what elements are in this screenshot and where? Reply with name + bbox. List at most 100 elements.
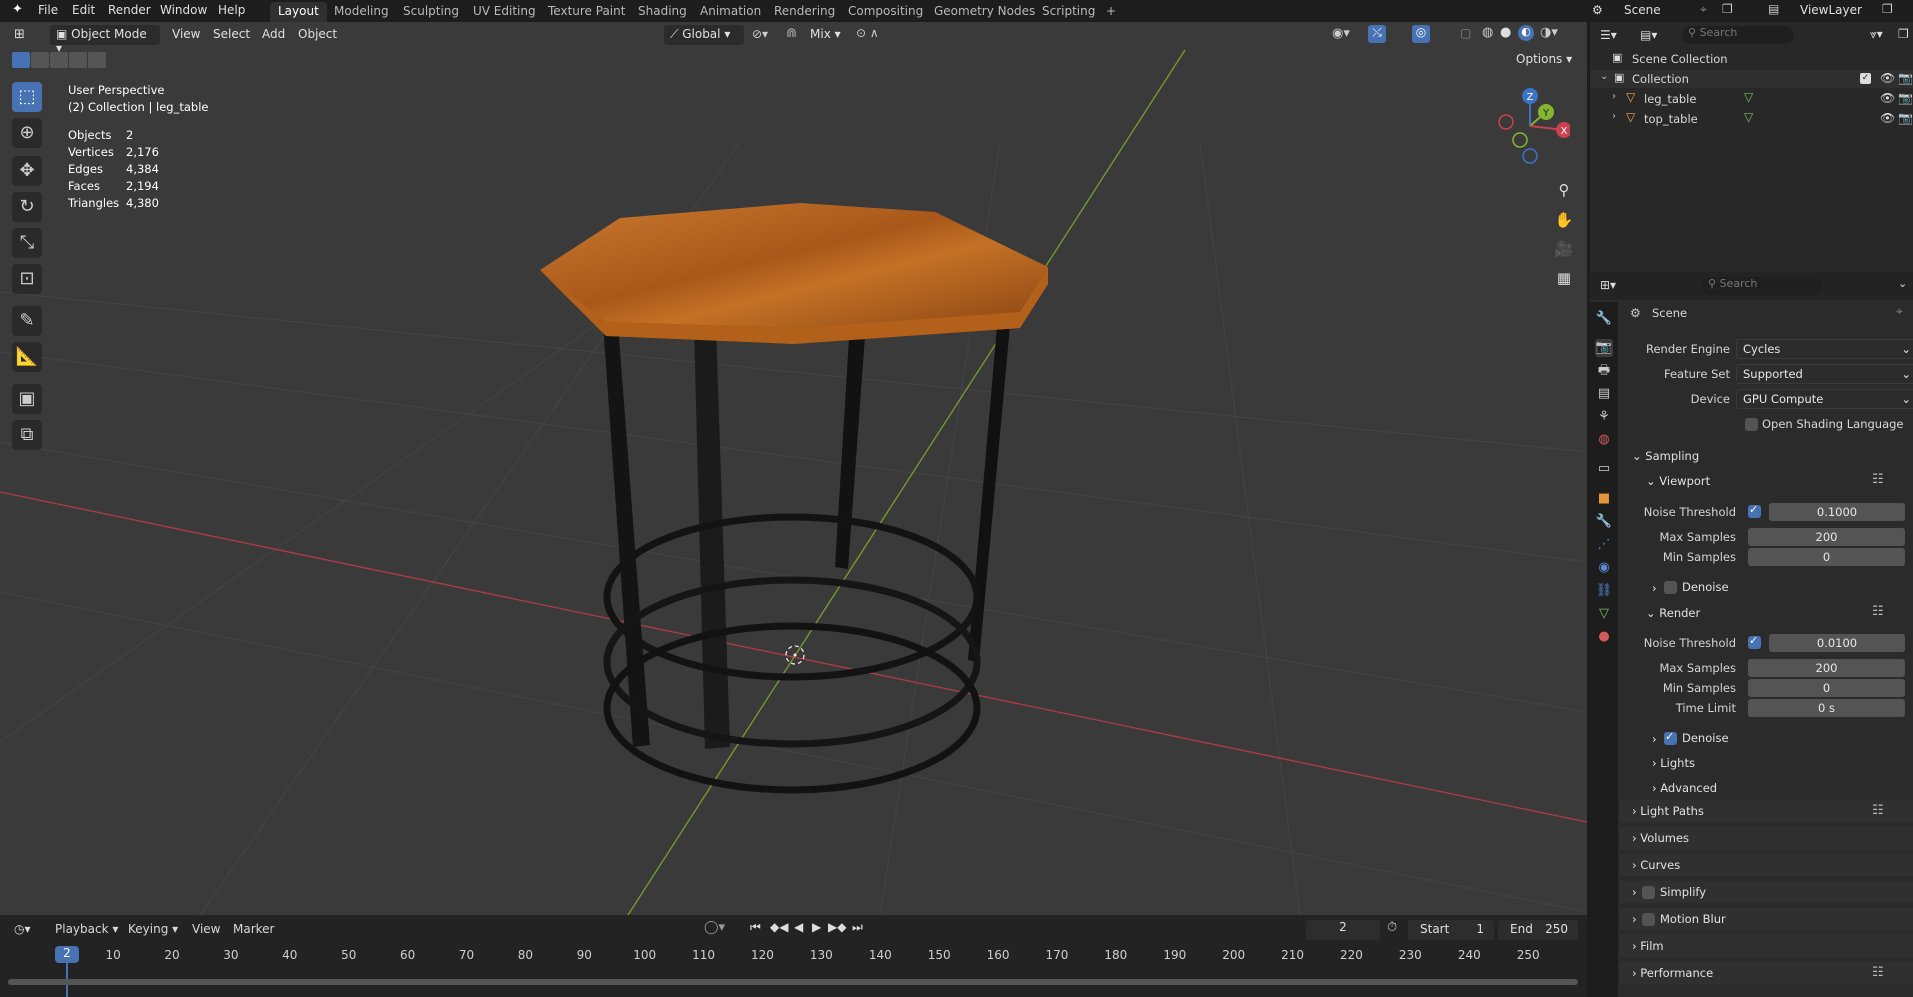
context-pin-icon[interactable]: ⌖: [1896, 304, 1903, 319]
render-tab-icon[interactable]: 📷: [1595, 339, 1613, 357]
light-paths-panel[interactable]: › Light Paths ☷: [1620, 800, 1913, 822]
tab-rendering[interactable]: Rendering: [766, 2, 843, 22]
r-max-samples-field[interactable]: 200: [1748, 659, 1905, 677]
render-presets-icon[interactable]: ☷: [1872, 604, 1884, 619]
outliner-object-row-leg-table[interactable]: › ▽ leg_table ▽ 👁 📷: [1590, 90, 1913, 108]
osl-checkbox[interactable]: [1745, 418, 1758, 431]
tool-tab-icon[interactable]: 🔧: [1595, 310, 1613, 328]
autokey-icon[interactable]: ◯▾: [704, 920, 725, 935]
sampling-panel-header[interactable]: ⌄ Sampling: [1632, 449, 1699, 463]
outliner-object-row-top-table[interactable]: › ▽ top_table ▽ 👁 📷: [1590, 110, 1913, 128]
constraints-tab-icon[interactable]: ⛓: [1595, 582, 1613, 600]
r-denoise-subpanel[interactable]: ›: [1652, 732, 1657, 746]
solid-shading-icon[interactable]: ●: [1500, 25, 1511, 40]
leg-table-visibility-icon[interactable]: 👁: [1880, 91, 1895, 105]
scene-collection-row[interactable]: ▣ Scene Collection: [1590, 50, 1913, 68]
viewport-menu-select[interactable]: Select: [213, 27, 250, 41]
tab-geometry-nodes[interactable]: Geometry Nodes: [926, 2, 1043, 22]
gizmo-neg-z-icon[interactable]: [1522, 148, 1538, 164]
properties-editor-icon[interactable]: ⊞▾: [1600, 278, 1616, 292]
collection-row[interactable]: ⌄ ▣ Collection ✓ 👁 📷: [1590, 70, 1913, 88]
menu-file[interactable]: File: [38, 3, 58, 17]
visibility-icon[interactable]: ◉▾: [1332, 26, 1350, 41]
particles-tab-icon[interactable]: ⋰: [1595, 536, 1613, 554]
camera-view-icon[interactable]: 🎥: [1551, 236, 1577, 262]
pin-icon[interactable]: ⌖: [1700, 2, 1707, 17]
tab-texture-paint[interactable]: Texture Paint: [540, 2, 633, 22]
tab-layout[interactable]: Layout: [270, 2, 327, 22]
options-dropdown[interactable]: Options ▾: [1510, 50, 1578, 70]
viewport-subpanel-header[interactable]: ⌄ Viewport: [1646, 474, 1710, 488]
new-viewlayer-icon[interactable]: ❐: [1882, 2, 1893, 16]
scene-tab-icon[interactable]: ⚘: [1595, 408, 1613, 426]
stopwatch-icon[interactable]: ⏱: [1387, 920, 1397, 935]
menu-help[interactable]: Help: [218, 3, 245, 17]
tab-uv-editing[interactable]: UV Editing: [465, 2, 544, 22]
playhead[interactable]: 2: [55, 946, 79, 963]
pan-hand-icon[interactable]: ✋: [1551, 207, 1577, 233]
proportional-edit-icon[interactable]: ⊙ ∧: [856, 26, 879, 40]
end-frame-field[interactable]: End 250: [1498, 920, 1578, 940]
select-box-tool-icon[interactable]: ⬚: [12, 82, 42, 112]
play-reverse-icon[interactable]: ◀: [794, 920, 803, 934]
top-table-render-icon[interactable]: 📷: [1898, 111, 1913, 125]
timeline-menu-playback[interactable]: Playback ▾: [55, 922, 118, 936]
top-table-expand-icon[interactable]: ›: [1612, 111, 1616, 122]
performance-presets-icon[interactable]: ☷: [1872, 965, 1884, 980]
r-time-limit-field[interactable]: 0 s: [1748, 699, 1905, 717]
tab-shading[interactable]: Shading: [630, 2, 695, 22]
top-table[interactable]: [540, 203, 1048, 344]
new-collection-icon[interactable]: ❐: [1898, 27, 1909, 41]
viewport-menu-view[interactable]: View: [172, 27, 200, 41]
feature-set-dropdown[interactable]: Supported ⌄: [1736, 364, 1913, 384]
select-new-icon[interactable]: [12, 52, 30, 68]
volumes-panel[interactable]: › Volumes: [1620, 827, 1913, 849]
r-noise-threshold-checkbox[interactable]: [1748, 634, 1761, 649]
transform-orientation-dropdown[interactable]: ⟋ Global ▾: [664, 25, 744, 45]
timeline-menu-keying[interactable]: Keying ▾: [128, 922, 178, 936]
advanced-subpanel-header[interactable]: › Advanced: [1652, 781, 1717, 795]
scene-name[interactable]: Scene: [1624, 3, 1661, 17]
gizmo-neg-x-icon[interactable]: [1498, 114, 1514, 130]
tab-animation[interactable]: Animation: [692, 2, 769, 22]
outliner-editor-icon[interactable]: ☰▾: [1600, 28, 1617, 42]
select-subtract-icon[interactable]: [50, 52, 68, 68]
start-frame-field[interactable]: Start 1: [1408, 920, 1494, 940]
jump-end-icon[interactable]: ⏭: [852, 920, 863, 935]
tab-sculpting[interactable]: Sculpting: [395, 2, 467, 22]
r-denoise-checkbox[interactable]: [1664, 730, 1677, 745]
vp-denoise-checkbox[interactable]: [1664, 581, 1677, 594]
overlay-toggle-icon[interactable]: ◎: [1412, 25, 1430, 43]
viewlayer-name[interactable]: ViewLayer: [1800, 3, 1862, 17]
leg-table-expand-icon[interactable]: ›: [1612, 91, 1616, 102]
properties-search-input[interactable]: ⚲ Search: [1702, 277, 1822, 295]
play-icon[interactable]: ▶: [812, 920, 821, 934]
curves-panel[interactable]: › Curves: [1620, 854, 1913, 876]
current-frame-field[interactable]: 2: [1306, 920, 1380, 940]
r-min-samples-field[interactable]: 0: [1748, 679, 1905, 697]
vp-noise-threshold-field[interactable]: 0.1000: [1769, 503, 1905, 521]
timeline-scrollbar[interactable]: [8, 979, 1578, 985]
vp-denoise-subpanel[interactable]: ›: [1652, 581, 1657, 595]
add-workspace-button[interactable]: +: [1098, 2, 1124, 22]
measure-tool-icon[interactable]: 📐: [12, 342, 42, 372]
gizmo-toggle-icon[interactable]: ⤯: [1368, 25, 1386, 43]
menu-edit[interactable]: Edit: [72, 3, 95, 17]
jump-start-icon[interactable]: ⏮: [750, 920, 761, 935]
wireframe-shading-icon[interactable]: ◍: [1482, 25, 1493, 40]
scene-icon[interactable]: ⚙: [1592, 3, 1603, 17]
display-mode-icon[interactable]: ▤▾: [1640, 28, 1657, 42]
ortho-grid-icon[interactable]: ▦: [1551, 265, 1577, 291]
simplify-checkbox[interactable]: [1642, 886, 1655, 899]
timeline-editor-icon[interactable]: ◷▾: [14, 922, 31, 936]
motion-blur-checkbox[interactable]: [1642, 913, 1655, 926]
new-scene-icon[interactable]: ❐: [1722, 2, 1733, 16]
move-tool-icon[interactable]: ✥: [12, 156, 42, 186]
select-extend-icon[interactable]: [31, 52, 49, 68]
vp-noise-threshold-checkbox[interactable]: [1748, 503, 1761, 518]
editor-type-icon[interactable]: ⊞: [14, 27, 25, 42]
leg-table[interactable]: [603, 315, 1011, 794]
rendered-shading-icon[interactable]: ◑▾: [1540, 25, 1558, 40]
tab-scripting[interactable]: Scripting: [1034, 2, 1103, 22]
next-keyframe-icon[interactable]: ▶◆: [828, 920, 846, 934]
